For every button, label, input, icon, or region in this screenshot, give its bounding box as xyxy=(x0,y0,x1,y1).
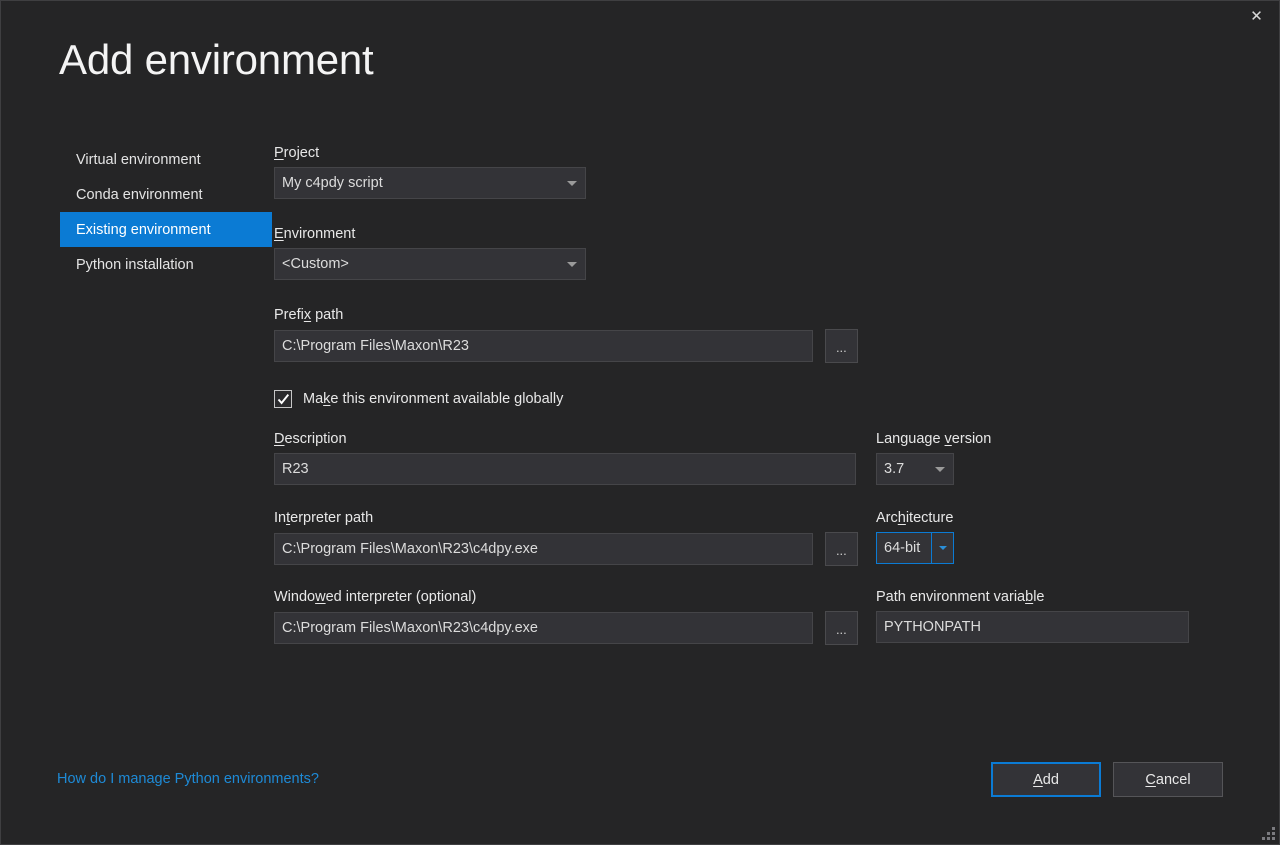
project-dropdown[interactable]: My c4pdy script xyxy=(274,167,586,199)
sidebar-item-label: Existing environment xyxy=(76,222,211,238)
interpreter-path-label: Interpreter path xyxy=(274,510,858,526)
windowed-interpreter-browse-button[interactable]: ... xyxy=(825,611,858,645)
prefix-path-field-group: Prefix path ... xyxy=(274,307,858,363)
prefix-path-browse-button[interactable]: ... xyxy=(825,329,858,363)
architecture-label: Architecture xyxy=(876,510,954,526)
description-label: Description xyxy=(274,431,856,447)
sidebar-item-label: Python installation xyxy=(76,257,194,273)
windowed-interpreter-input[interactable] xyxy=(274,612,813,644)
language-version-label: Language version xyxy=(876,431,954,447)
add-button-accesskey: A xyxy=(1033,772,1043,788)
windowed-interpreter-field-group: Windowed interpreter (optional) ... xyxy=(274,589,858,645)
global-availability-checkbox-row[interactable]: Make this environment available globally xyxy=(274,390,563,408)
interpreter-path-input[interactable] xyxy=(274,533,813,565)
sidebar-item-virtual-environment[interactable]: Virtual environment xyxy=(60,142,274,177)
language-version-label-accesskey: v xyxy=(945,431,952,447)
ellipsis-icon: ... xyxy=(836,623,847,636)
chevron-down-icon xyxy=(939,546,947,550)
interpreter-path-field-group: Interpreter path ... xyxy=(274,510,858,566)
path-environment-variable-field-group: Path environment variable xyxy=(876,589,1189,643)
project-field-group: Project My c4pdy script xyxy=(274,145,586,199)
architecture-label-accesskey: h xyxy=(898,510,906,526)
sidebar-item-existing-environment[interactable]: Existing environment xyxy=(60,212,272,247)
sidebar-item-label: Virtual environment xyxy=(76,152,201,168)
environment-form: Project My c4pdy script Environment <Cus… xyxy=(274,141,1279,844)
description-field-group: Description xyxy=(274,431,856,485)
environment-value: <Custom> xyxy=(282,256,349,272)
add-environment-dialog: ✕ Add environment Virtual environment Co… xyxy=(0,0,1280,845)
path-environment-variable-accesskey: b xyxy=(1025,589,1033,605)
cancel-button[interactable]: Cancel xyxy=(1113,762,1223,797)
architecture-field-group: Architecture 64-bit xyxy=(876,510,954,564)
interpreter-path-browse-button[interactable]: ... xyxy=(825,532,858,566)
language-version-field-group: Language version 3.7 xyxy=(876,431,954,485)
ellipsis-icon: ... xyxy=(836,544,847,557)
environment-label: Environment xyxy=(274,226,586,242)
chevron-down-icon xyxy=(567,181,577,186)
chevron-down-icon xyxy=(935,467,945,472)
sidebar-item-python-installation[interactable]: Python installation xyxy=(60,247,274,282)
path-environment-variable-input[interactable] xyxy=(876,611,1189,643)
description-input[interactable] xyxy=(274,453,856,485)
windowed-interpreter-label-accesskey: w xyxy=(315,589,325,605)
global-availability-label: Make this environment available globally xyxy=(303,391,563,407)
environment-label-accesskey: E xyxy=(274,226,284,242)
project-value: My c4pdy script xyxy=(282,175,383,191)
windowed-interpreter-label: Windowed interpreter (optional) xyxy=(274,589,858,605)
ellipsis-icon: ... xyxy=(836,341,847,354)
prefix-path-label: Prefix path xyxy=(274,307,858,323)
global-availability-checkbox[interactable] xyxy=(274,390,292,408)
architecture-dropdown-toggle[interactable] xyxy=(931,533,953,563)
dialog-button-bar: Add Cancel xyxy=(991,762,1223,797)
sidebar-item-conda-environment[interactable]: Conda environment xyxy=(60,177,274,212)
environment-field-group: Environment <Custom> xyxy=(274,226,586,280)
add-button[interactable]: Add xyxy=(991,762,1101,797)
architecture-dropdown[interactable]: 64-bit xyxy=(876,532,954,564)
project-label: Project xyxy=(274,145,586,161)
page-title: Add environment xyxy=(1,39,1279,99)
language-version-dropdown[interactable]: 3.7 xyxy=(876,453,954,485)
architecture-value: 64-bit xyxy=(884,540,920,556)
sidebar-item-label: Conda environment xyxy=(76,187,203,203)
dialog-footer: How do I manage Python environments? Add… xyxy=(1,752,1279,844)
project-label-accesskey: P xyxy=(274,145,284,161)
language-version-value: 3.7 xyxy=(884,461,904,477)
help-link[interactable]: How do I manage Python environments? xyxy=(57,771,319,787)
cancel-button-accesskey: C xyxy=(1145,772,1155,788)
prefix-path-input[interactable] xyxy=(274,330,813,362)
resize-grip-icon[interactable] xyxy=(1260,825,1276,841)
title-bar: ✕ xyxy=(1,1,1279,39)
close-icon[interactable]: ✕ xyxy=(1234,1,1279,31)
dialog-content: Virtual environment Conda environment Ex… xyxy=(1,99,1279,844)
description-label-accesskey: D xyxy=(274,431,284,447)
environment-dropdown[interactable]: <Custom> xyxy=(274,248,586,280)
prefix-path-label-accesskey: x xyxy=(304,307,311,323)
checkmark-icon xyxy=(277,393,290,406)
sidebar: Virtual environment Conda environment Ex… xyxy=(1,141,274,844)
chevron-down-icon xyxy=(567,262,577,267)
path-environment-variable-label: Path environment variable xyxy=(876,589,1189,605)
